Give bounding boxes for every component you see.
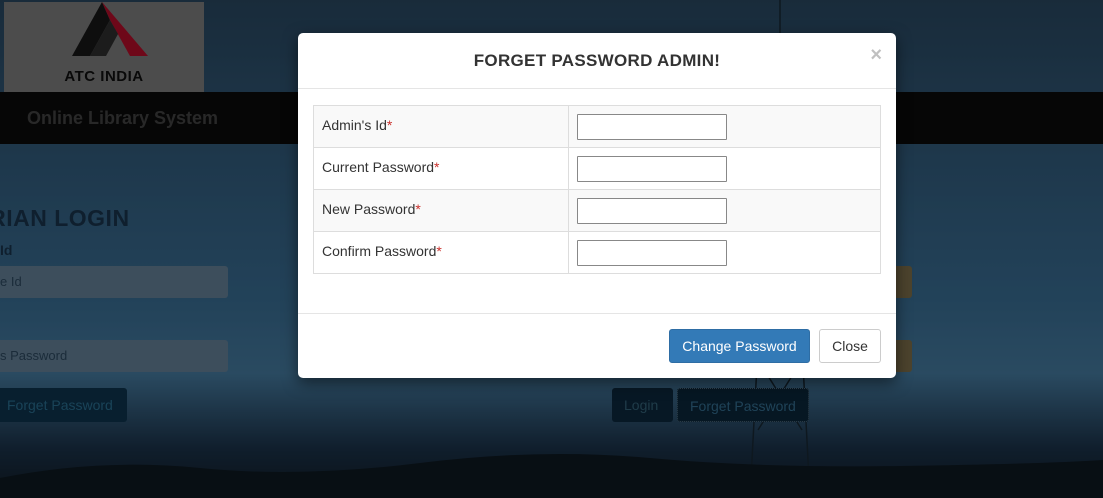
admin-id-input[interactable] — [577, 113, 727, 140]
forget-password-modal: FORGET PASSWORD ADMIN! × Admin's Id* Cur… — [298, 33, 896, 378]
form-row-current-password: Current Password* — [313, 147, 881, 190]
current-password-input[interactable] — [577, 155, 727, 182]
confirm-password-input[interactable] — [577, 239, 727, 266]
modal-title: FORGET PASSWORD ADMIN! — [473, 51, 721, 70]
change-password-button[interactable]: Change Password — [669, 329, 810, 363]
new-password-cell — [568, 189, 881, 232]
modal-header: FORGET PASSWORD ADMIN! × — [298, 33, 896, 89]
new-password-label: New Password* — [313, 189, 569, 232]
form-row-new-password: New Password* — [313, 189, 881, 232]
confirm-password-cell — [568, 231, 881, 274]
current-password-cell — [568, 147, 881, 190]
current-password-label: Current Password* — [313, 147, 569, 190]
required-marker: * — [386, 117, 393, 133]
form-row-admin-id: Admin's Id* — [313, 105, 881, 148]
admin-id-label: Admin's Id* — [313, 105, 569, 148]
close-icon[interactable]: × — [870, 45, 882, 65]
modal-footer: Change Password Close — [298, 313, 896, 378]
form-row-confirm-password: Confirm Password* — [313, 231, 881, 274]
admin-id-cell — [568, 105, 881, 148]
required-marker: * — [434, 159, 440, 175]
close-button[interactable]: Close — [819, 329, 881, 363]
required-marker: * — [436, 243, 442, 259]
required-marker: * — [415, 201, 421, 217]
confirm-password-label: Confirm Password* — [313, 231, 569, 274]
password-form-table: Admin's Id* Current Password* New Passwo… — [313, 105, 881, 274]
new-password-input[interactable] — [577, 197, 727, 224]
